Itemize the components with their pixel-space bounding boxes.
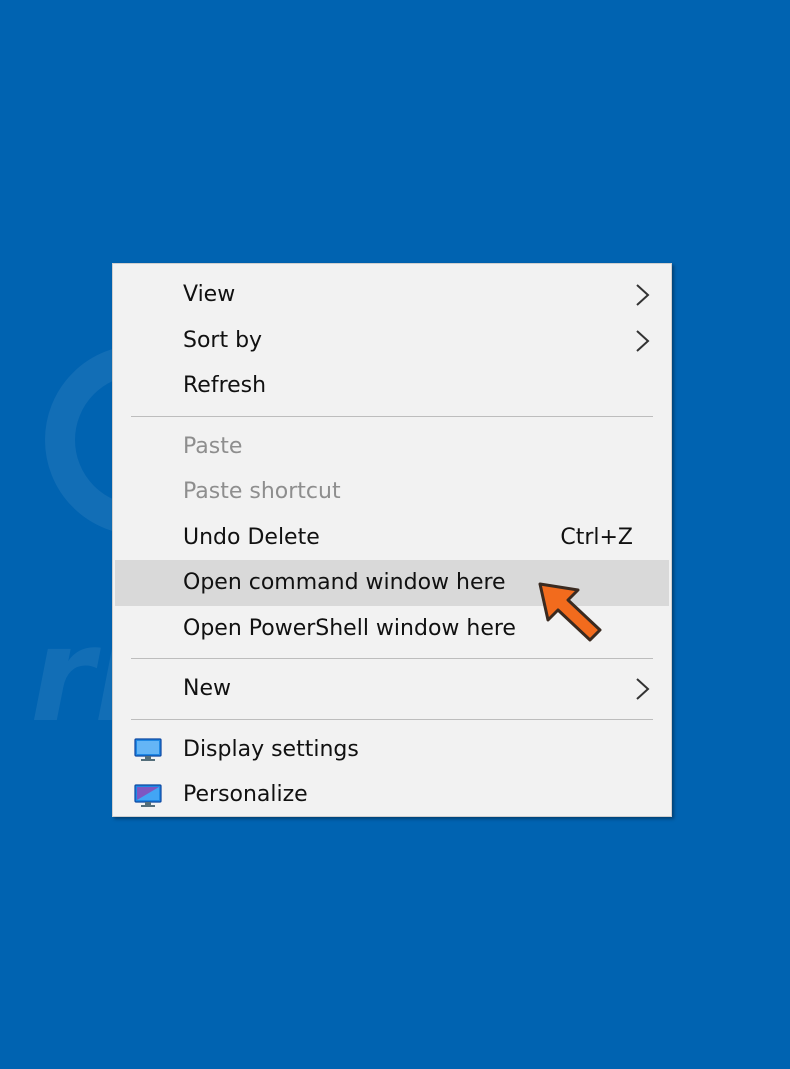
menu-item-new[interactable]: New bbox=[115, 666, 669, 712]
menu-item-paste-label: Paste bbox=[183, 433, 243, 459]
orange-pointer-arrow-icon bbox=[538, 582, 602, 642]
menu-separator bbox=[131, 718, 653, 720]
menu-separator bbox=[131, 415, 653, 417]
menu-item-undo-delete-label: Undo Delete bbox=[183, 524, 320, 550]
chevron-right-icon bbox=[636, 284, 650, 306]
personalize-icon bbox=[134, 784, 162, 807]
menu-item-paste: Paste bbox=[115, 424, 669, 470]
chevron-right-icon bbox=[636, 678, 650, 700]
menu-item-undo-delete-shortcut: Ctrl+Z bbox=[560, 524, 633, 550]
menu-item-open-command-window-label: Open command window here bbox=[183, 570, 506, 595]
menu-item-sort-by[interactable]: Sort by bbox=[115, 318, 669, 364]
menu-item-personalize-label: Personalize bbox=[183, 782, 308, 807]
menu-item-undo-delete[interactable]: Undo Delete Ctrl+Z bbox=[115, 515, 669, 561]
chevron-right-icon bbox=[636, 329, 650, 352]
menu-item-view-label: View bbox=[183, 282, 236, 307]
menu-item-view[interactable]: View bbox=[115, 272, 669, 318]
menu-item-sort-by-label: Sort by bbox=[183, 327, 263, 353]
menu-item-refresh-label: Refresh bbox=[183, 373, 267, 398]
menu-item-open-powershell-window-label: Open PowerShell window here bbox=[183, 615, 516, 641]
menu-item-refresh[interactable]: Refresh bbox=[115, 363, 669, 409]
menu-item-paste-shortcut-label: Paste shortcut bbox=[183, 479, 341, 504]
menu-item-display-settings-label: Display settings bbox=[183, 736, 359, 762]
menu-item-paste-shortcut: Paste shortcut bbox=[115, 469, 669, 515]
menu-item-display-settings[interactable]: Display settings bbox=[115, 727, 669, 773]
menu-item-new-label: New bbox=[183, 676, 231, 701]
menu-item-personalize[interactable]: Personalize bbox=[115, 772, 669, 816]
desktop-context-menu: View Sort by Refresh Paste Paste shortcu… bbox=[112, 263, 672, 817]
menu-separator bbox=[131, 658, 653, 659]
display-settings-icon bbox=[134, 737, 162, 761]
